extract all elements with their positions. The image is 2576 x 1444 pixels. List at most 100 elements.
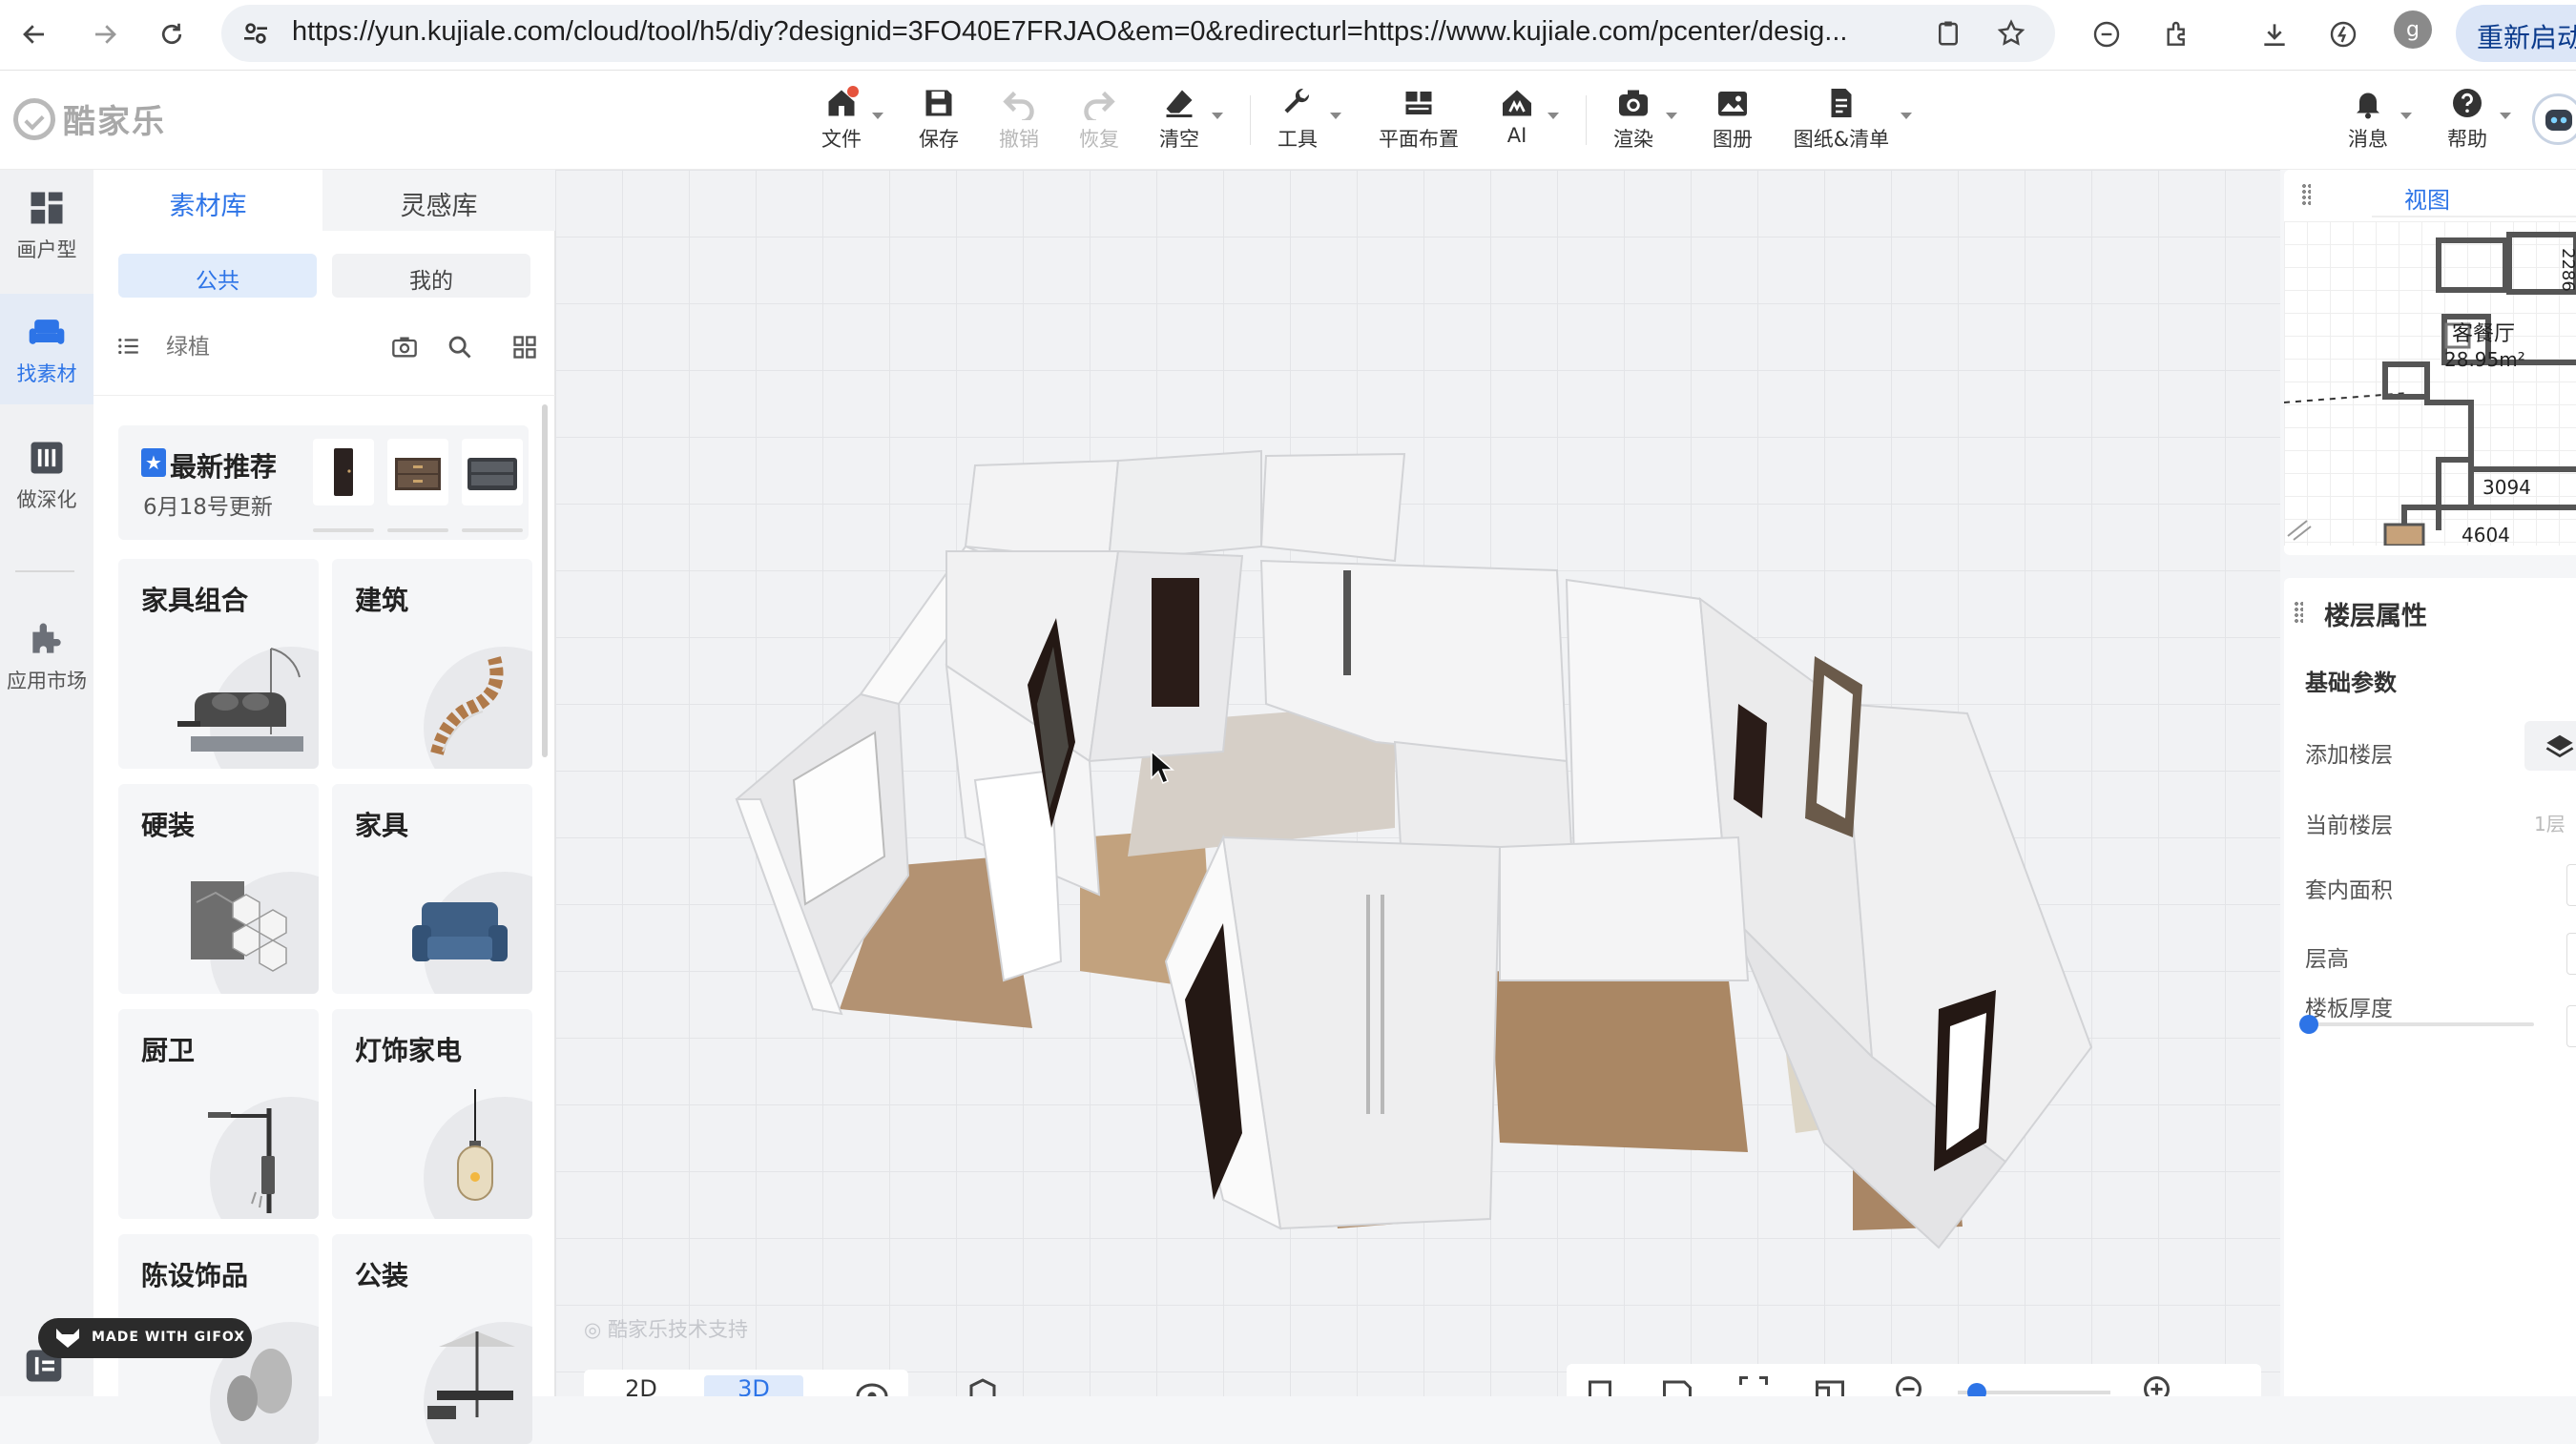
category-furniture-set[interactable]: 家具组合: [118, 559, 319, 769]
recommend-thumb-sideboard[interactable]: [462, 439, 523, 505]
recommend-subtitle: 6月18号更新: [143, 495, 273, 520]
relaunch-button[interactable]: 重新启动: [2456, 5, 2576, 62]
rail-item-app-market[interactable]: 应用市场: [0, 601, 93, 712]
inner-area-input[interactable]: [2566, 864, 2576, 906]
chevron-down-icon[interactable]: [1548, 113, 1559, 119]
logo[interactable]: 酷家乐: [13, 95, 166, 142]
chevron-down-icon[interactable]: [1901, 113, 1912, 119]
chevron-down-icon[interactable]: [872, 113, 883, 119]
toolbar-file-button[interactable]: 文件: [801, 80, 882, 160]
panel-scrollbar[interactable]: [542, 404, 548, 757]
current-floor-value[interactable]: 1层: [2534, 809, 2566, 836]
category-furniture[interactable]: 家具: [332, 784, 532, 994]
recommend-card[interactable]: ★ 最新推荐 6月18号更新: [118, 425, 529, 540]
extension-circle-icon[interactable]: [2082, 10, 2131, 59]
chevron-down-icon[interactable]: [2500, 113, 2511, 119]
user-avatar[interactable]: [2532, 93, 2576, 145]
toolbar-save-button[interactable]: 保存: [899, 80, 979, 160]
floorplan-3d-model[interactable]: [555, 170, 2280, 1396]
sofa-icon: [29, 320, 65, 344]
shower-icon: [208, 1108, 275, 1213]
recommend-thumb-dresser[interactable]: [387, 439, 448, 505]
rail-item-deepen[interactable]: 做深化: [0, 420, 93, 530]
toolbar-album-button[interactable]: 图册: [1693, 80, 1773, 160]
add-floor-button[interactable]: [2524, 721, 2576, 771]
rail-item-label: 画户型: [16, 238, 77, 261]
toolbar-redo-button[interactable]: 恢复: [1059, 80, 1139, 160]
category-commercial[interactable]: 公装: [332, 1234, 532, 1444]
category-label: 家具: [355, 810, 409, 841]
pendant-lamp-icon: [457, 1089, 493, 1201]
cube-icon[interactable]: [966, 1377, 1000, 1396]
rail-item-floorplan[interactable]: 画户型: [0, 170, 93, 280]
segment-mine[interactable]: 我的: [332, 254, 530, 298]
address-bar[interactable]: https://yun.kujiale.com/cloud/tool/h5/di…: [221, 5, 2055, 62]
zoom-out-icon[interactable]: [1891, 1373, 1929, 1396]
help-button[interactable]: 帮助: [2427, 80, 2507, 160]
url-text[interactable]: https://yun.kujiale.com/cloud/tool/h5/di…: [292, 16, 1904, 48]
gifox-badge: MADE WITH GIFOX: [38, 1318, 252, 1358]
forward-button[interactable]: [80, 10, 130, 59]
extensions-puzzle-icon[interactable]: [2152, 10, 2202, 59]
list-icon[interactable]: [116, 334, 141, 359]
zoom-slider-knob[interactable]: [1967, 1383, 1986, 1396]
search-input[interactable]: [160, 324, 389, 370]
back-button[interactable]: [10, 10, 59, 59]
toolbar-clear-button[interactable]: 清空: [1139, 80, 1219, 160]
view-mode-bar: 2D 3D: [584, 1370, 996, 1396]
zoom-in-icon[interactable]: [2139, 1373, 2177, 1396]
search-icon[interactable]: [447, 334, 473, 361]
tab-material-library[interactable]: 素材库: [93, 170, 322, 231]
toolbar-ai-button[interactable]: AI: [1477, 80, 1557, 160]
drag-handle-icon[interactable]: [2301, 183, 2311, 206]
view-2d-button[interactable]: 2D: [592, 1375, 691, 1396]
download-icon[interactable]: [2250, 10, 2299, 59]
floor-height-input[interactable]: [2566, 933, 2576, 975]
floor-icon[interactable]: [1584, 1373, 1622, 1396]
slab-thickness-input[interactable]: [2566, 1005, 2576, 1047]
category-architecture[interactable]: 建筑: [332, 559, 532, 769]
category-lighting-appliances[interactable]: 灯饰家电: [332, 1009, 532, 1219]
eye-icon[interactable]: [855, 1379, 889, 1396]
wrench-icon: [1284, 88, 1310, 113]
category-hardscape[interactable]: 硬装: [118, 784, 319, 994]
performance-icon[interactable]: [2318, 10, 2368, 59]
slab-thickness-slider[interactable]: [2309, 1022, 2534, 1026]
slab-thickness-slider-knob[interactable]: [2299, 1015, 2318, 1034]
chevron-down-icon[interactable]: [1212, 113, 1223, 119]
wall-icon[interactable]: [1658, 1373, 1696, 1396]
tab-inspiration-library[interactable]: 灵感库: [324, 170, 553, 231]
bookmark-star-icon[interactable]: [1986, 9, 2036, 58]
recommend-thumb-cabinet[interactable]: [313, 439, 374, 505]
profile-avatar[interactable]: g: [2394, 10, 2432, 49]
view-title[interactable]: 视图: [2404, 181, 2450, 215]
clipboard-icon[interactable]: [1923, 9, 1973, 58]
grid-view-icon[interactable]: [511, 334, 538, 361]
sofa-set-icon: [177, 648, 303, 752]
floorplan-minimap[interactable]: 客餐厅 28.95m² 3094 4604 2286: [2284, 221, 2576, 546]
camera-search-icon[interactable]: [391, 334, 418, 361]
site-settings-icon[interactable]: [240, 18, 271, 49]
toolbar-render-button[interactable]: 渲染: [1593, 80, 1673, 160]
toolbar-label: 保存: [919, 128, 959, 151]
rail-item-materials[interactable]: 找素材: [0, 294, 93, 404]
toolbar-label: 文件: [821, 128, 862, 151]
view-3d-button[interactable]: 3D: [704, 1375, 803, 1396]
toolbar-tools-button[interactable]: 工具: [1257, 80, 1338, 160]
chevron-down-icon[interactable]: [1330, 113, 1341, 119]
toolbar-layout-button[interactable]: 平面布置: [1378, 80, 1460, 160]
toolbar-undo-button[interactable]: 撤销: [979, 80, 1059, 160]
category-kitchen-bath[interactable]: 厨卫: [118, 1009, 319, 1219]
chevron-down-icon[interactable]: [2400, 113, 2412, 119]
fullscreen-icon[interactable]: [1735, 1373, 1773, 1396]
segment-public[interactable]: 公共: [118, 254, 317, 298]
browser-toolbar: https://yun.kujiale.com/cloud/tool/h5/di…: [0, 0, 2576, 71]
toolbar-drawings-button[interactable]: 图纸&清单: [1788, 80, 1895, 160]
layers-icon[interactable]: [1811, 1373, 1849, 1396]
reload-button[interactable]: [147, 10, 197, 59]
messages-button[interactable]: 消息: [2328, 80, 2408, 160]
design-canvas-3d[interactable]: ◎ 酷家乐技术支持 2D 3D: [555, 170, 2280, 1396]
chevron-down-icon[interactable]: [1666, 113, 1677, 119]
minimap-drawing: 客餐厅 28.95m² 3094 4604 2286: [2284, 232, 2576, 546]
drag-handle-icon[interactable]: [2294, 601, 2303, 624]
